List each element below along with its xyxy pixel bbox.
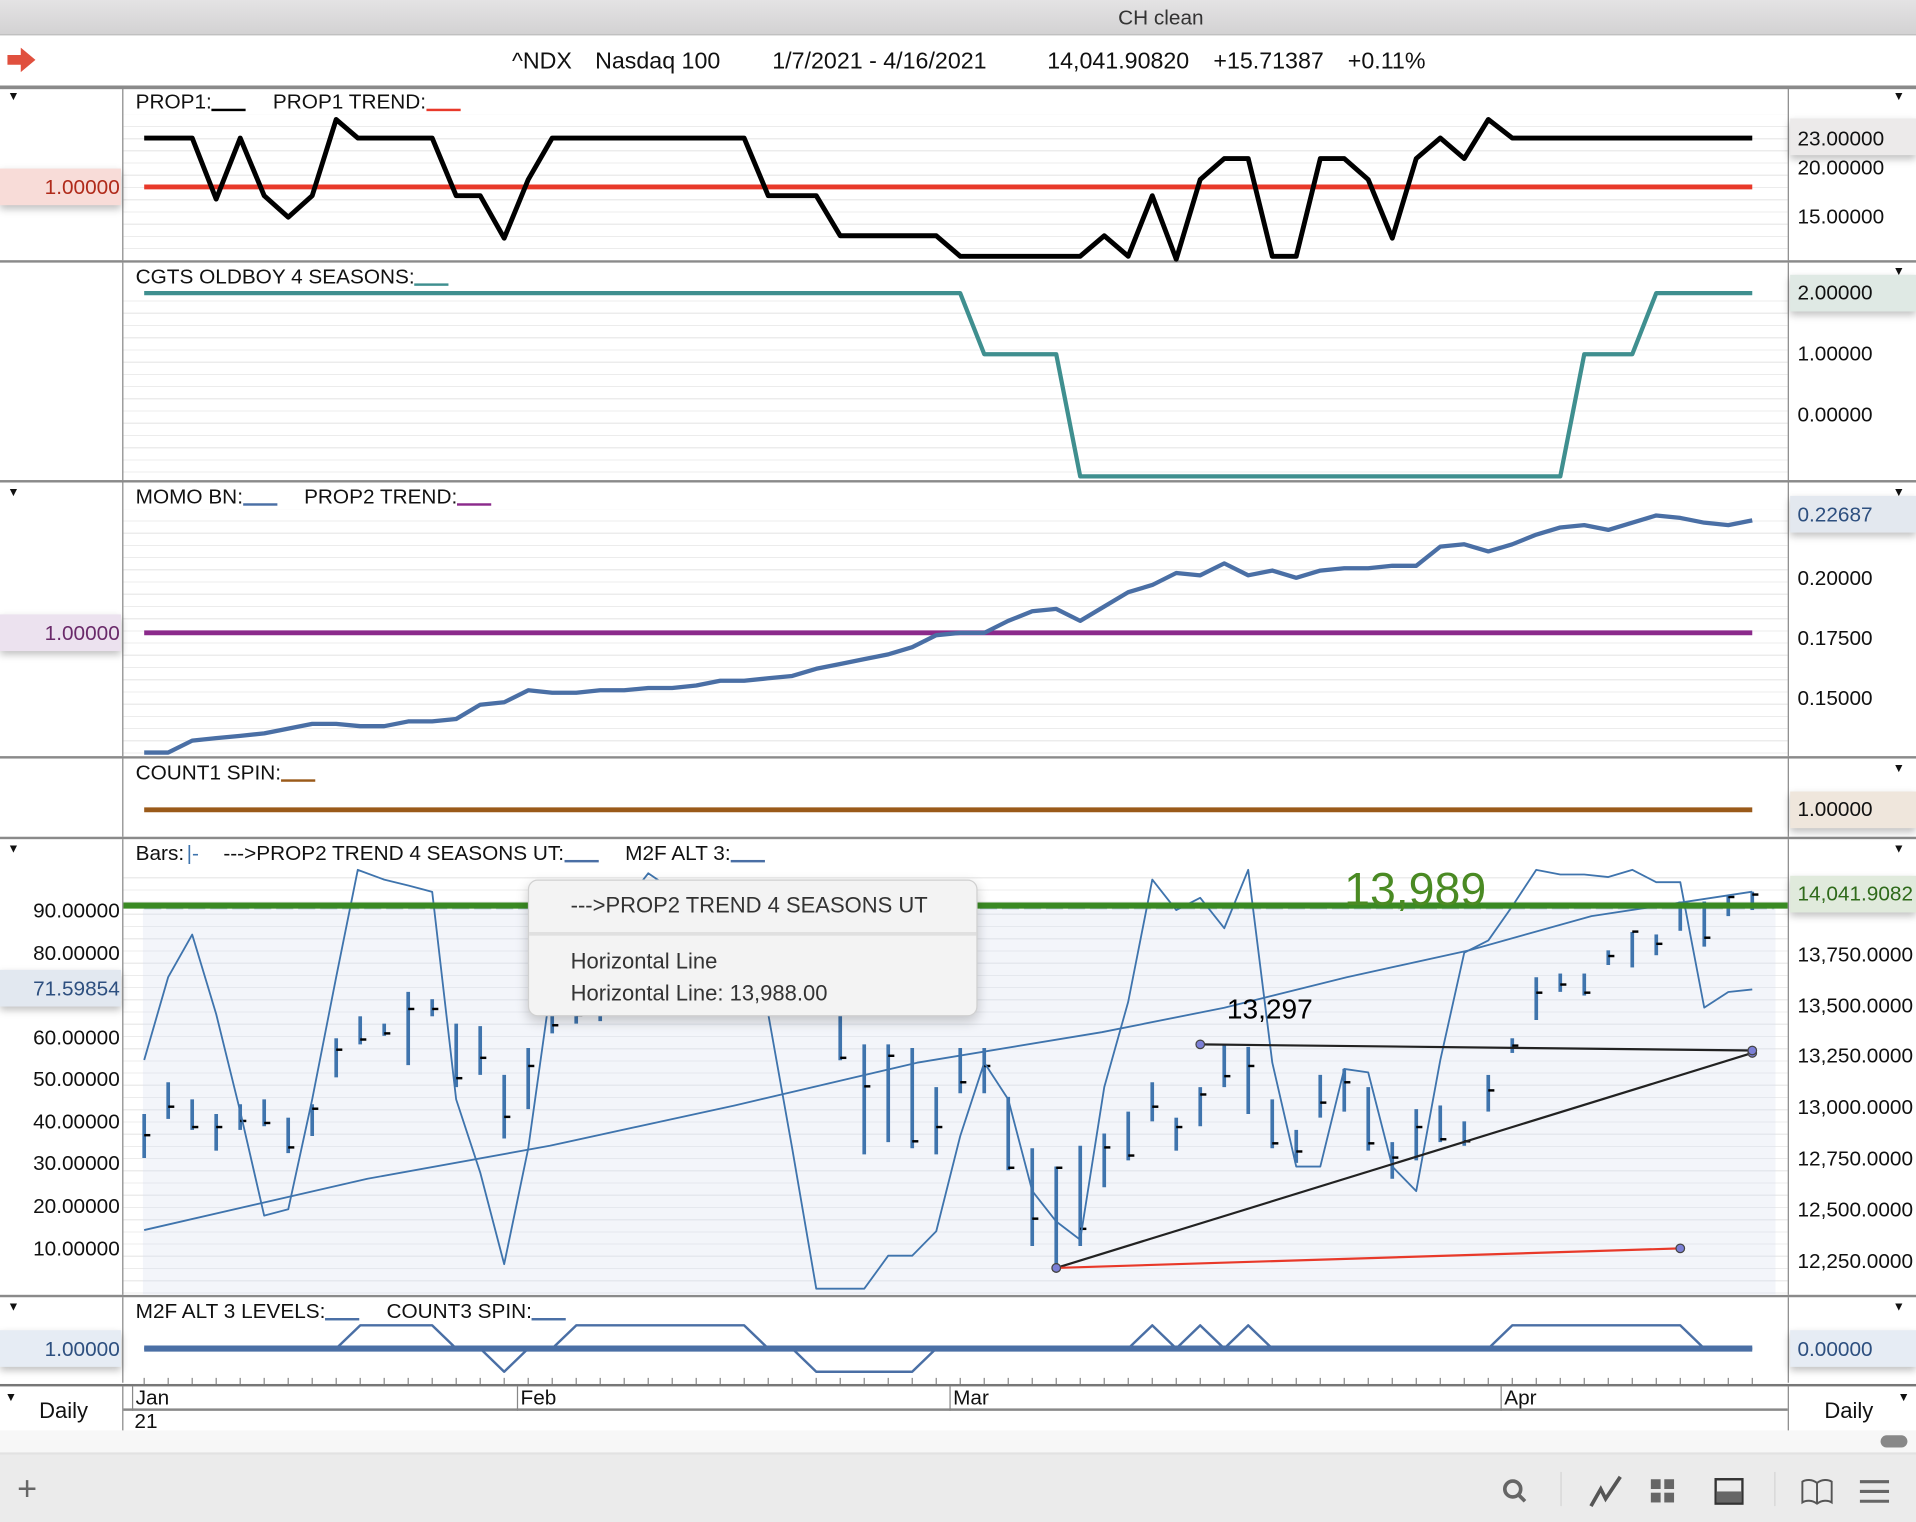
chart-window: CH clean ^NDX Nasdaq 100 1/7/2021 - 4/16…: [0, 0, 1916, 1522]
time-axis[interactable]: ▼ ▼ Daily Daily Jan Feb Mar Apr 21: [0, 1383, 1916, 1433]
book-icon[interactable]: [1801, 1478, 1833, 1505]
trendline-handle: [1195, 1039, 1206, 1050]
search-icon[interactable]: [1502, 1478, 1529, 1505]
month-label: Jan: [131, 1386, 169, 1411]
hline-price-label: 13,989: [1344, 864, 1487, 917]
month-label: Feb: [516, 1386, 556, 1411]
menu-icon[interactable]: [1859, 1479, 1890, 1503]
grid-layout-icon[interactable]: [1650, 1478, 1677, 1505]
trendline: [1056, 1247, 1681, 1270]
panel-layout-icon[interactable]: [1714, 1478, 1744, 1505]
bottom-toolbar: +: [0, 1454, 1916, 1522]
chart-style-icon[interactable]: [1589, 1474, 1623, 1508]
tooltip-title: --->PROP2 TREND 4 SEASONS UT: [570, 892, 928, 918]
scroll-thumb[interactable]: [1880, 1435, 1908, 1448]
trendline-handle: [1675, 1243, 1686, 1254]
tooltip: --->PROP2 TREND 4 SEASONS UT Horizontal …: [527, 879, 978, 1017]
month-label: Mar: [949, 1386, 989, 1411]
level-price-label: 13,297: [1226, 993, 1313, 1025]
cgts-line: [144, 291, 1753, 479]
add-icon[interactable]: +: [17, 1469, 37, 1508]
dropdown-icon[interactable]: ▼: [1898, 1391, 1910, 1404]
chart-plot: [123, 117, 1788, 1384]
month-label: Apr: [1500, 1386, 1537, 1411]
trendline-handle: [1051, 1263, 1062, 1273]
tooltip-line1: Horizontal Line: [570, 949, 718, 974]
period-left[interactable]: Daily: [39, 1399, 88, 1425]
dropdown-icon[interactable]: ▼: [5, 1391, 17, 1404]
tooltip-line2: Horizontal Line: 13,988.00: [570, 980, 828, 1006]
trendline: [1200, 1043, 1753, 1052]
period-right[interactable]: Daily: [1824, 1399, 1873, 1425]
horizontal-scrollbar[interactable]: [0, 1430, 1916, 1455]
divider: [529, 932, 977, 936]
trendline-handle: [1747, 1045, 1758, 1056]
trendline: [1055, 1051, 1753, 1269]
